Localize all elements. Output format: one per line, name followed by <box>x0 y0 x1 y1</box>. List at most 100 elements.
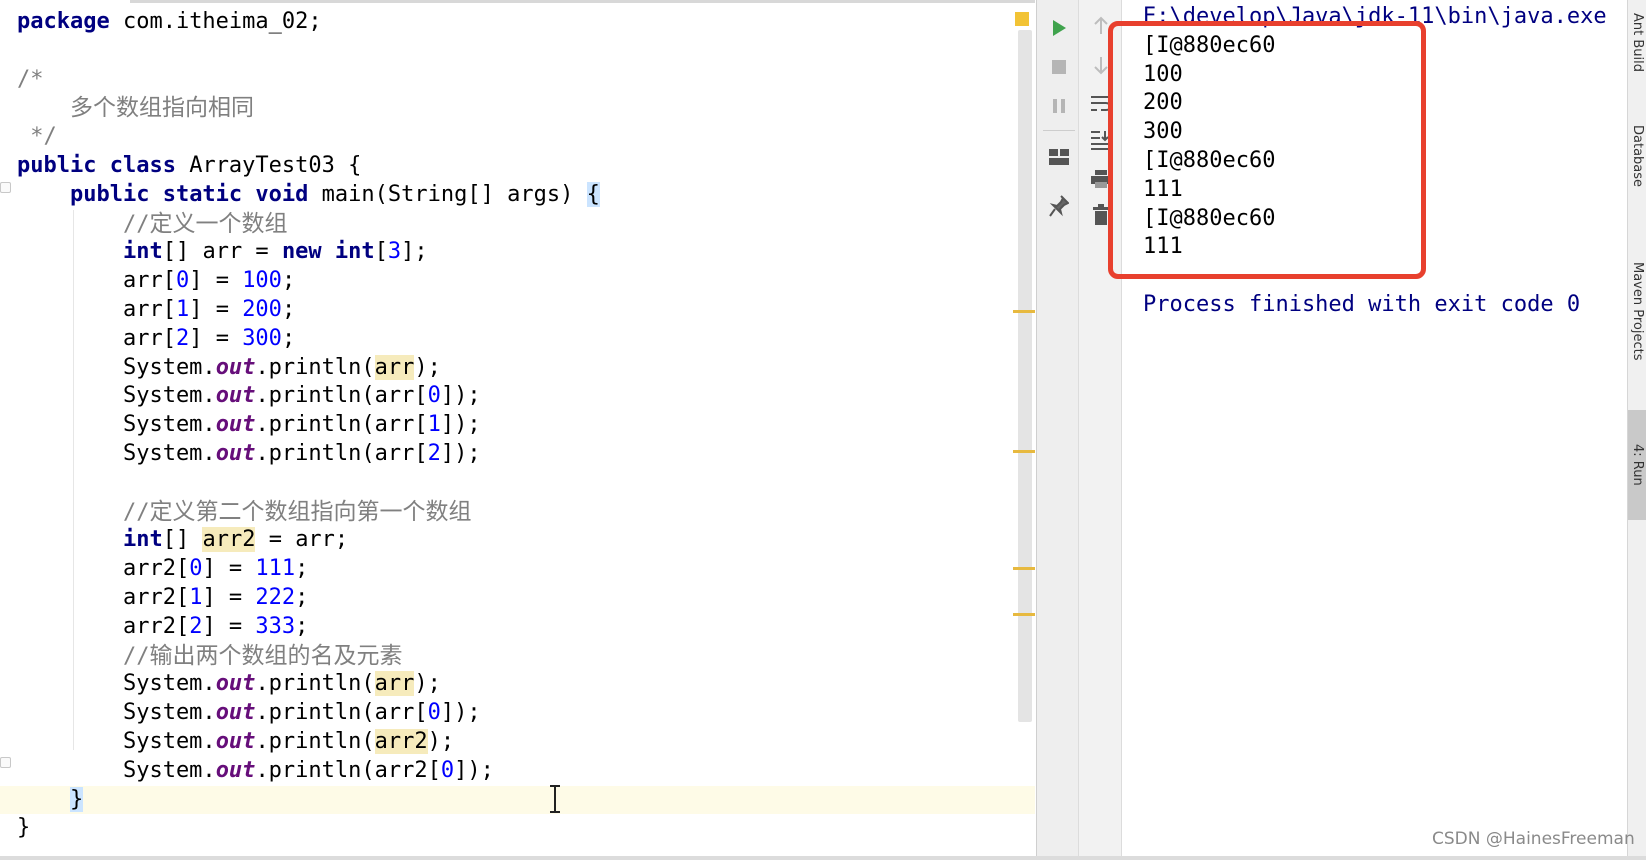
code-lines[interactable]: package com.itheima_02; /* 多个数组指向相同 */pu… <box>0 8 1035 843</box>
code-token: .println(arr[ <box>255 383 428 409</box>
output-highlight-box <box>1108 21 1426 279</box>
code-line[interactable]: //输出两个数组的名及元素 <box>17 642 1017 671</box>
code-line[interactable]: int[] arr = new int[3]; <box>17 238 1017 267</box>
code-line[interactable]: System.out.println(arr[0]); <box>17 699 1017 728</box>
fold-marker[interactable] <box>0 757 11 768</box>
code-token: out <box>215 728 256 754</box>
code-line[interactable]: arr2[1] = 222; <box>17 584 1017 613</box>
code-token: 2 <box>175 325 190 351</box>
code-token: } <box>69 786 84 812</box>
side-tab-run[interactable]: 4: Run <box>1628 410 1646 520</box>
code-token: // <box>17 211 150 237</box>
code-token: 0 <box>427 383 441 409</box>
code-token: package <box>17 9 110 34</box>
code-token: System. <box>17 728 216 754</box>
code-token: com.itheima_02; <box>109 9 322 34</box>
code-token: 1 <box>189 584 203 610</box>
code-line[interactable]: */ <box>17 123 1017 152</box>
code-token: .println(arr2[ <box>255 757 441 783</box>
code-token: out <box>215 671 256 697</box>
code-token: .println(arr[ <box>255 412 428 438</box>
pause-icon[interactable] <box>1047 94 1071 118</box>
code-token: */ <box>17 124 57 150</box>
code-line[interactable]: System.out.println(arr[0]); <box>17 382 1017 411</box>
code-line[interactable]: System.out.println(arr); <box>17 670 1017 699</box>
code-line[interactable]: package com.itheima_02; <box>17 8 1017 37</box>
code-token: // <box>17 643 150 669</box>
code-line[interactable]: arr2[2] = 333; <box>17 613 1017 642</box>
code-token: ; <box>281 268 296 294</box>
code-token: arr <box>374 671 415 697</box>
code-line[interactable] <box>17 37 1017 66</box>
code-token: 0 <box>427 700 441 726</box>
code-token: 0 <box>175 268 190 294</box>
code-line[interactable]: arr2[0] = 111; <box>17 555 1017 584</box>
error-stripe-marker[interactable] <box>1013 613 1035 616</box>
code-token: out <box>215 700 256 726</box>
editor-tab-strip-edge <box>130 0 1035 3</box>
console-exit-message: Process finished with exit code 0 <box>1143 291 1581 317</box>
code-token: 0 <box>440 757 455 783</box>
code-token: System. <box>17 700 216 726</box>
code-token: ] = <box>189 268 243 294</box>
side-tab-database[interactable]: Database <box>1628 104 1646 208</box>
code-token: // <box>17 499 150 525</box>
code-line[interactable]: //定义第二个数组指向第一个数组 <box>17 498 1017 527</box>
code-line[interactable]: System.out.println(arr2[0]); <box>17 757 1017 786</box>
side-tab-maven-projects[interactable]: Maven Projects <box>1628 236 1646 386</box>
warning-indicator[interactable] <box>1015 12 1029 26</box>
code-token: /* <box>17 66 44 92</box>
code-token: ]); <box>440 700 481 726</box>
stop-icon[interactable] <box>1047 55 1071 79</box>
code-line-current[interactable]: } <box>0 785 1035 815</box>
code-line[interactable]: //定义一个数组 <box>17 210 1017 239</box>
error-stripe-marker[interactable] <box>1013 310 1035 313</box>
side-tab-label: 4: Run <box>1630 444 1645 486</box>
code-line[interactable]: System.out.println(arr2); <box>17 728 1017 757</box>
code-line[interactable]: arr[2] = 300; <box>17 325 1017 354</box>
code-token: ] = <box>189 325 243 351</box>
code-line[interactable]: System.out.println(arr[2]); <box>17 440 1017 469</box>
code-token: System. <box>17 354 216 380</box>
code-line[interactable]: /* <box>17 66 1017 95</box>
code-token: System. <box>17 440 216 466</box>
code-token: int <box>122 239 163 265</box>
code-line[interactable]: System.out.println(arr[1]); <box>17 411 1017 440</box>
code-editor[interactable]: package com.itheima_02; /* 多个数组指向相同 */pu… <box>0 0 1035 860</box>
pin-icon[interactable] <box>1047 194 1071 218</box>
code-line[interactable]: public class ArrayTest03 { <box>17 152 1017 181</box>
code-token: 2 <box>427 440 441 466</box>
code-token: new int <box>281 239 375 265</box>
code-token: ; <box>281 325 296 351</box>
layout-icon[interactable] <box>1047 145 1071 169</box>
code-token: .println(arr[ <box>255 440 428 466</box>
fold-marker[interactable] <box>0 182 11 193</box>
side-tab-ant-build[interactable]: Ant Build <box>1628 4 1646 80</box>
code-token: out <box>215 757 256 783</box>
code-line[interactable]: 多个数组指向相同 <box>17 94 1017 123</box>
code-token: out <box>215 412 256 438</box>
code-line[interactable] <box>17 469 1017 498</box>
code-token: ArrayTest03 { <box>175 152 362 178</box>
code-token: { <box>586 181 600 207</box>
code-line[interactable]: System.out.println(arr); <box>17 354 1017 383</box>
error-stripe-marker[interactable] <box>1013 567 1035 570</box>
error-stripe-marker[interactable] <box>1013 450 1035 453</box>
code-line[interactable]: } <box>17 814 1017 843</box>
code-line[interactable]: arr[1] = 200; <box>17 296 1017 325</box>
code-token: .println( <box>255 354 375 380</box>
run-icon[interactable] <box>1047 16 1071 40</box>
code-line[interactable]: arr[0] = 100; <box>17 267 1017 296</box>
code-token: .println( <box>255 728 375 754</box>
code-token: 2 <box>189 613 203 639</box>
code-token: 333 <box>255 613 296 639</box>
code-line[interactable]: public static void main(String[] args) { <box>17 181 1017 210</box>
code-token: .println(arr[ <box>255 700 428 726</box>
code-token: 300 <box>242 325 282 351</box>
editor-scrollbar[interactable] <box>1018 30 1032 722</box>
code-token: ; <box>295 556 309 582</box>
code-line[interactable]: int[] arr2 = arr; <box>17 526 1017 555</box>
code-token: [ <box>374 239 388 265</box>
